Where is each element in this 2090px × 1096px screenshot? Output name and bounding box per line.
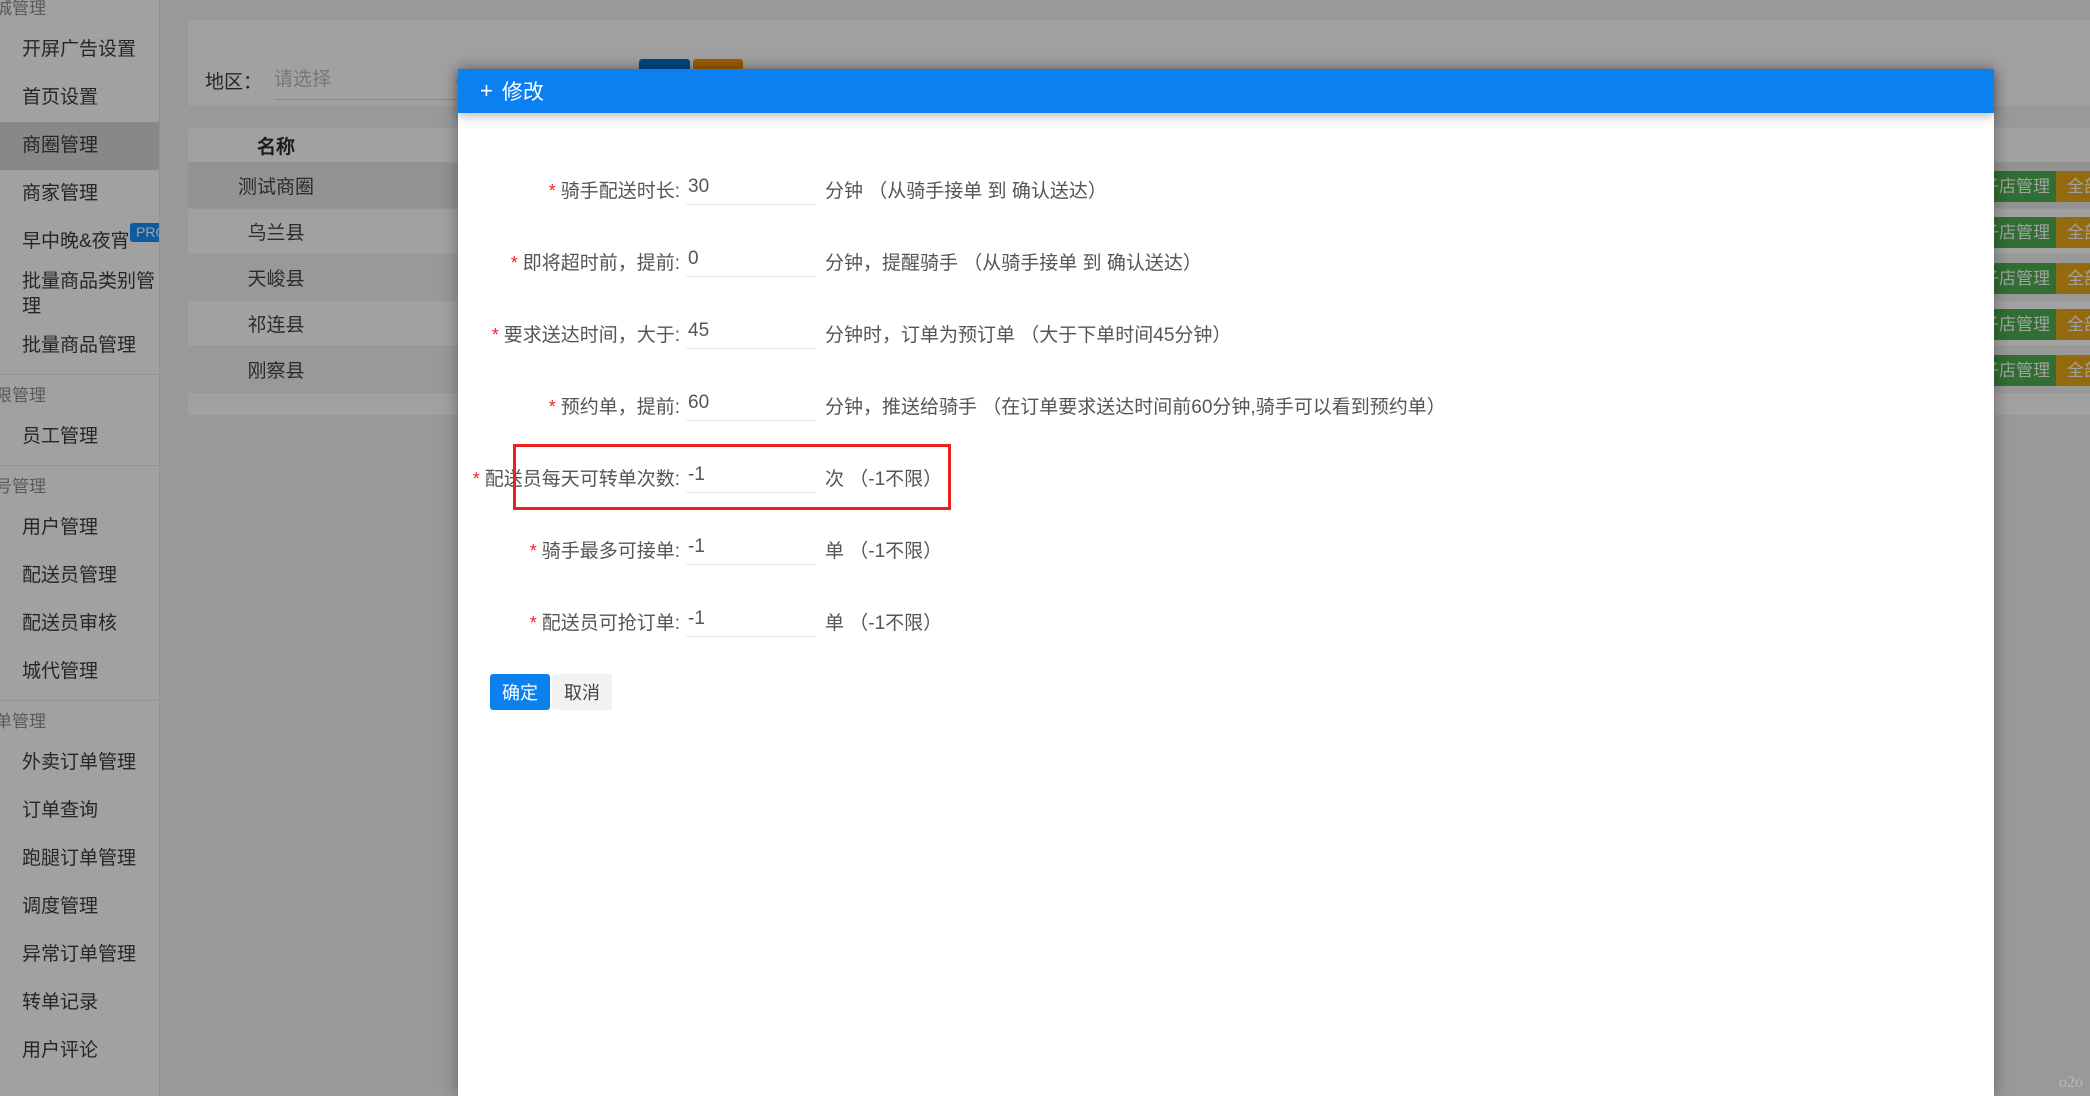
modal-title: 修改 bbox=[501, 81, 544, 104]
field-label: * 配送员可抢订单: bbox=[458, 608, 680, 635]
field-suffix: 单 （-1不限） bbox=[825, 612, 943, 634]
field-suffix: 分钟时，订单为预订单 （大于下单时间45分钟） bbox=[825, 324, 1232, 346]
field-label-text: 骑手配送时长: bbox=[560, 180, 680, 202]
field-label: * 骑手配送时长: bbox=[458, 176, 680, 203]
required-asterisk: * bbox=[529, 540, 537, 561]
form-row: *骑手配送时长: 分钟 （从骑手接单 到 确认送达） bbox=[458, 153, 1994, 225]
required-asterisk: * bbox=[510, 252, 518, 273]
required-asterisk: * bbox=[548, 180, 556, 201]
cancel-button[interactable]: 取消 bbox=[552, 674, 612, 710]
form-row: *骑手最多可接单: 单 （-1不限） bbox=[458, 513, 1994, 585]
required-asterisk: * bbox=[548, 396, 556, 417]
field-suffix: 次 （-1不限） bbox=[825, 468, 943, 490]
required-asterisk: * bbox=[529, 612, 537, 633]
field-label-text: 骑手最多可接单: bbox=[541, 540, 680, 562]
plus-icon: + bbox=[480, 78, 493, 103]
field-label-text: 要求送达时间，大于: bbox=[503, 324, 680, 346]
field-input[interactable] bbox=[686, 389, 816, 421]
field-label: * 预约单，提前: bbox=[458, 392, 680, 419]
field-input[interactable] bbox=[686, 461, 816, 493]
field-suffix: 单 （-1不限） bbox=[825, 540, 943, 562]
required-asterisk: * bbox=[491, 324, 499, 345]
modal-buttons: 确定 取消 bbox=[490, 674, 612, 710]
field-label-text: 预约单，提前: bbox=[560, 396, 680, 418]
field-label: * 即将超时前，提前: bbox=[458, 248, 680, 275]
form-row: *预约单，提前: 分钟，推送给骑手 （在订单要求送达时间前60分钟,骑手可以看到预… bbox=[458, 369, 1994, 441]
confirm-button[interactable]: 确定 bbox=[490, 674, 550, 710]
field-suffix: 分钟，提醒骑手 （从骑手接单 到 确认送达） bbox=[825, 252, 1202, 274]
field-input[interactable] bbox=[686, 605, 816, 637]
field-input[interactable] bbox=[686, 317, 816, 349]
watermark: o2o bbox=[2059, 1074, 2083, 1091]
field-label: * 配送员每天可转单次数: bbox=[458, 464, 680, 491]
form-row: *即将超时前，提前: 分钟，提醒骑手 （从骑手接单 到 确认送达） bbox=[458, 225, 1994, 297]
edit-modal: + 修改 *骑手配送时长:分钟 （从骑手接单 到 确认送达）*即将超时前，提前:… bbox=[458, 69, 1994, 1096]
field-input[interactable] bbox=[686, 245, 816, 277]
field-label: * 要求送达时间，大于: bbox=[458, 320, 680, 347]
app-root: 城管理 开屏广告设置 首页设置 商圈管理 商家管理 早中晚&夜宵 批量商品类别管理 批量商品管… bbox=[0, 0, 2090, 1096]
field-label-text: 配送员每天可转单次数: bbox=[484, 468, 680, 490]
field-input[interactable] bbox=[686, 173, 816, 205]
field-suffix: 分钟，推送给骑手 （在订单要求送达时间前60分钟,骑手可以看到预约单） bbox=[825, 396, 1446, 418]
modal-header: + 修改 bbox=[458, 69, 1994, 113]
field-label-text: 配送员可抢订单: bbox=[541, 612, 680, 634]
form-row: *要求送达时间，大于: 分钟时，订单为预订单 （大于下单时间45分钟） bbox=[458, 297, 1994, 369]
form-row: *配送员每天可转单次数: 次 （-1不限） bbox=[458, 441, 1994, 513]
field-label-text: 即将超时前，提前: bbox=[522, 252, 680, 274]
required-asterisk: * bbox=[472, 468, 480, 489]
field-label: * 骑手最多可接单: bbox=[458, 536, 680, 563]
form-row: *配送员可抢订单: 单 （-1不限） bbox=[458, 585, 1994, 657]
field-suffix: 分钟 （从骑手接单 到 确认送达） bbox=[825, 180, 1107, 202]
field-input[interactable] bbox=[686, 533, 816, 565]
